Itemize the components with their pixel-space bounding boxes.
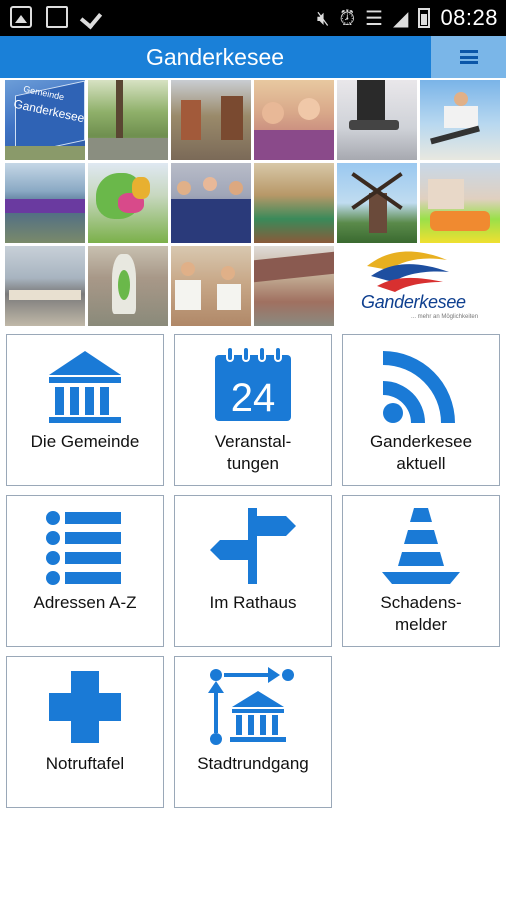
gallery-photo-pool[interactable]: [5, 246, 85, 326]
tile-label: Schadens- melder: [380, 593, 462, 634]
gallery-icon: [10, 6, 32, 28]
gallery-photo-billiards[interactable]: [254, 163, 334, 243]
list-icon: [46, 511, 121, 585]
tile-im-rathaus[interactable]: Im Rathaus: [174, 495, 332, 647]
logo-subtext: ... mehr an Möglichkeiten: [411, 314, 479, 320]
rss-feed-icon: [383, 351, 455, 423]
status-bar: 🔇︎ ⏰︎ ☰ ◢ 08:28: [0, 0, 506, 36]
gallery-photo-train[interactable]: [5, 163, 85, 243]
tile-adressen-a-z[interactable]: Adressen A-Z: [6, 495, 164, 647]
gallery-photo-statue[interactable]: [88, 246, 168, 326]
battery-icon: [418, 8, 431, 28]
gallery-photo-skater[interactable]: [420, 80, 500, 160]
bird-logo-icon: [367, 251, 449, 292]
town-hall-icon: [49, 351, 121, 423]
status-time: 08:28: [440, 5, 498, 30]
gallery-photo-street[interactable]: [171, 80, 251, 160]
signpost-icon: [210, 508, 296, 584]
ganderkesee-logo: Ganderkesee ... mehr an Möglichkeiten: [341, 246, 503, 326]
gallery-photo-windmill[interactable]: [337, 163, 417, 243]
tile-veranstaltungen[interactable]: 24 Veranstal- tungen: [174, 334, 332, 486]
tile-notruftafel[interactable]: Notruftafel: [6, 656, 164, 808]
gallery-photo-sauna[interactable]: [171, 246, 251, 326]
medical-cross-icon: [49, 671, 121, 743]
tile-stadtrundgang[interactable]: Stadtrundgang: [174, 656, 332, 808]
gallery-photo-skate[interactable]: [337, 80, 417, 160]
city-tour-icon: [208, 667, 294, 745]
alarm-icon: ⏰︎: [339, 6, 356, 30]
gallery-photo-sculpture[interactable]: [88, 163, 168, 243]
logo-text: Ganderkesee: [361, 292, 466, 312]
gallery-photo-park[interactable]: [88, 80, 168, 160]
app-bar: Ganderkesee: [0, 36, 506, 78]
tile-label: Im Rathaus: [209, 593, 297, 612]
app-title: Ganderkesee: [145, 44, 285, 70]
tile-ganderkesee-aktuell[interactable]: Ganderkesee aktuell: [342, 334, 500, 486]
menu-button[interactable]: [431, 36, 506, 78]
traffic-cone-icon: [382, 508, 460, 584]
gallery-photo-team[interactable]: [171, 163, 251, 243]
photo-gallery[interactable]: Gemeinde Ganderkesee Ganderkesee ... meh…: [5, 80, 503, 326]
signal-icon: ◢: [393, 6, 409, 30]
check-icon: [82, 6, 104, 28]
tile-label: Die Gemeinde: [30, 432, 140, 451]
gallery-photo-playground[interactable]: [420, 163, 500, 243]
tile-label: Notruftafel: [45, 754, 125, 773]
tile-schadensmelder[interactable]: Schadens- melder: [342, 495, 500, 647]
gallery-photo-people[interactable]: [254, 80, 334, 160]
calendar-number: 24: [231, 376, 276, 420]
gallery-photo-town-sign[interactable]: Gemeinde Ganderkesee: [5, 80, 85, 160]
wifi-icon: ☰: [365, 6, 384, 30]
tile-label: Veranstal- tungen: [214, 432, 292, 473]
tile-die-gemeinde[interactable]: Die Gemeinde: [6, 334, 164, 486]
tile-label: Ganderkesee aktuell: [369, 432, 473, 473]
tile-label: Stadtrundgang: [197, 754, 309, 773]
gallery-photo-building[interactable]: [254, 246, 334, 326]
calendar-24-icon: 24: [215, 346, 291, 421]
mute-icon: 🔇︎: [316, 6, 330, 30]
hamburger-menu-icon: [459, 50, 478, 64]
tile-label: Adressen A-Z: [33, 593, 137, 612]
screenshot-icon: [46, 6, 68, 28]
